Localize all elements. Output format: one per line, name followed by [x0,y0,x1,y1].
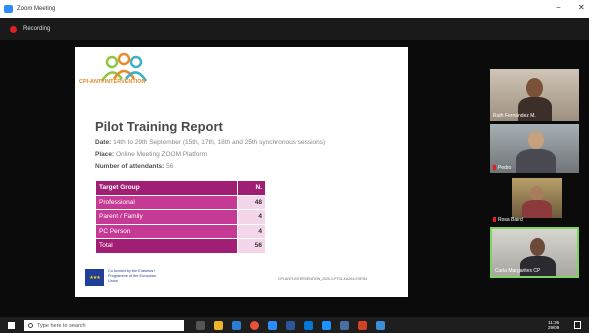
attendants-value: 56 [166,163,174,170]
minimize-icon[interactable]: − [556,4,561,12]
participant-video [522,200,552,218]
date-line: Date: 14th to 29th September (15th, 17th… [95,139,325,146]
participant-tile[interactable]: Ruth Fernández M. [490,69,579,121]
date-value: 14th to 29th September (15th, 17th, 18th… [113,139,326,146]
search-placeholder: Type here to search [37,322,86,329]
notification-icon[interactable] [574,321,581,329]
recording-label: Recording [23,26,51,32]
place-line: Place: Online Meeting ZOOM Platform [95,151,207,158]
eu-flag-icon: ★★★ [85,269,104,286]
task-view-icon[interactable] [196,321,205,330]
table-cell-value: 48 [237,194,266,210]
logo-text: CPI-ANTI-INTERVENTION [79,79,146,85]
participant-name: Carla Margarites CP [495,268,541,274]
participant-video [516,149,556,173]
participant-tile-active[interactable]: Carla Margarites CP [490,227,579,278]
table-row: Parent / Family 4 [95,209,266,225]
taskbar: Type here to search 11:36 29/09 [0,317,589,333]
windows-start-icon[interactable] [8,322,15,329]
place-value: Online Meeting ZOOM Platform [115,151,207,158]
muted-mic-icon [493,165,496,171]
word-icon[interactable] [286,321,295,330]
app-icon[interactable] [376,321,385,330]
powerpoint-icon[interactable] [358,321,367,330]
participant-tile[interactable]: Pedro [490,124,579,173]
muted-mic-icon [493,217,496,223]
place-label: Place: [95,151,115,158]
table-header-row: Target Group N. [95,180,266,196]
table-row: Professional 48 [95,194,266,210]
chrome-icon[interactable] [250,321,259,330]
table-cell-value: 56 [237,238,266,254]
edge-icon[interactable] [304,321,313,330]
zoom-app-icon [4,5,13,13]
participant-video [528,131,544,149]
search-icon [28,323,33,328]
participant-name: Pedro [498,165,512,171]
attendants-line: Number of attendants: 56 [95,163,173,170]
recording-icon[interactable] [10,25,17,33]
app-icon[interactable] [340,321,349,330]
table-header-cell: N. [237,180,266,196]
taskbar-search-input[interactable]: Type here to search [24,320,184,331]
attendants-label: Number of attendants: [95,163,165,170]
participant-video [520,256,556,276]
window-title: Zoom Meeting [17,6,56,12]
meeting-stage: CPI-ANTI-INTERVENTION Pilot Training Rep… [0,40,589,317]
date-label: Date: [95,139,112,146]
participant-name: Ruth Fernández M. [493,113,536,119]
table-cell-label: Parent / Family [95,209,238,225]
slide-title: Pilot Training Report [95,119,223,134]
shared-slide: CPI-ANTI-INTERVENTION Pilot Training Rep… [75,47,408,297]
project-logo [100,52,148,82]
table-row: PC Person 4 [95,223,266,239]
participant-video [530,238,545,256]
participant-video [526,78,543,98]
table-cell-value: 4 [237,223,266,239]
zoom-icon[interactable] [268,321,277,330]
window-titlebar: Zoom Meeting − ✕ [0,0,589,18]
recording-bar: Recording [0,18,589,40]
table-cell-label: Total [95,238,238,254]
project-code: CPI-ANTI-INTERVENTION_2020-1-PT01-KA204-… [278,277,368,281]
table-cell-label: Professional [95,194,238,210]
close-icon[interactable]: ✕ [578,4,585,12]
app-icon[interactable] [322,321,331,330]
participant-name-row: Rosa Baird [493,217,523,223]
eu-funding-text: Co-funded by the Erasmus+ Programme of t… [108,269,156,283]
system-clock[interactable]: 11:36 29/09 [548,320,559,330]
participant-tile[interactable]: Rosa Baird [490,176,579,225]
participant-video [530,186,543,201]
participant-name-row: Pedro [493,165,511,171]
target-group-table: Target Group N. Professional 48 Parent /… [95,180,266,254]
participant-name: Rosa Baird [498,217,523,223]
file-explorer-icon[interactable] [214,321,223,330]
table-cell-label: PC Person [95,223,238,239]
table-row-total: Total 56 [95,238,266,254]
table-cell-value: 4 [237,209,266,225]
clock-date: 29/09 [548,325,560,330]
mail-icon[interactable] [232,321,241,330]
table-header-cell: Target Group [95,180,238,196]
